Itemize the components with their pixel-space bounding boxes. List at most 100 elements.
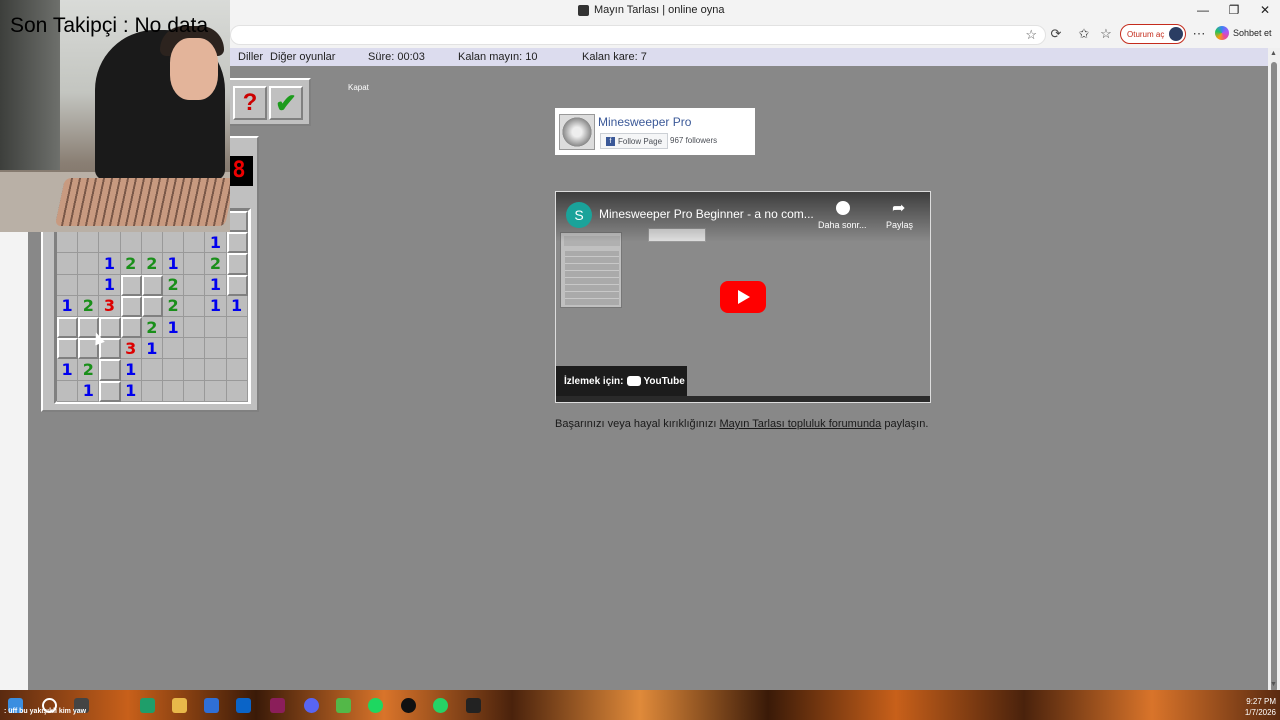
address-bar[interactable]: ☆: [230, 25, 1046, 45]
number-cell[interactable]: 2: [205, 253, 227, 275]
spotify-icon[interactable]: [368, 698, 383, 713]
hidden-cell[interactable]: [120, 274, 142, 296]
video-title[interactable]: Minesweeper Pro Beginner - a no com...: [599, 207, 814, 221]
hidden-cell[interactable]: [99, 380, 121, 402]
empty-cell[interactable]: [78, 232, 100, 254]
watch-on-youtube-button[interactable]: İzlemek için: YouTube: [556, 366, 687, 396]
empty-cell[interactable]: [57, 253, 79, 275]
app-dark-icon[interactable]: [466, 698, 481, 713]
hidden-cell[interactable]: [141, 295, 163, 317]
number-cell[interactable]: 1: [205, 274, 227, 296]
store-icon[interactable]: [204, 698, 219, 713]
follow-page-button[interactable]: f Follow Page: [600, 133, 669, 149]
empty-cell[interactable]: [141, 380, 163, 402]
channel-avatar[interactable]: S: [566, 202, 592, 228]
empty-cell[interactable]: [162, 380, 185, 402]
menu-languages[interactable]: Diller: [238, 51, 263, 63]
hidden-cell[interactable]: [120, 295, 142, 317]
number-cell[interactable]: 2: [120, 253, 142, 275]
number-cell[interactable]: 1: [226, 295, 248, 317]
clock-icon[interactable]: [836, 201, 850, 215]
copilot-button[interactable]: Sohbet et: [1215, 26, 1272, 40]
empty-cell[interactable]: [162, 232, 185, 254]
empty-cell[interactable]: [205, 380, 227, 402]
empty-cell[interactable]: [205, 316, 227, 339]
favorites-icon[interactable]: ✩: [1076, 26, 1092, 42]
watch-later-label[interactable]: Daha sonr...: [818, 220, 867, 230]
empty-cell[interactable]: [226, 359, 248, 381]
number-cell[interactable]: 1: [99, 274, 121, 296]
empty-cell[interactable]: [162, 359, 185, 381]
share-label[interactable]: Paylaş: [886, 220, 913, 230]
discord-icon[interactable]: [304, 698, 319, 713]
empty-cell[interactable]: [120, 232, 142, 254]
number-cell[interactable]: 2: [162, 295, 185, 317]
forum-link[interactable]: Mayın Tarlası topluluk forumunda: [719, 418, 881, 430]
number-cell[interactable]: 3: [120, 338, 142, 360]
number-cell[interactable]: 2: [162, 274, 185, 296]
empty-cell[interactable]: [57, 274, 79, 296]
signin-button[interactable]: Oturum aç: [1120, 24, 1186, 44]
scroll-down-icon[interactable]: ▼: [1270, 681, 1277, 688]
empty-cell[interactable]: [205, 359, 227, 381]
empty-cell[interactable]: [78, 274, 100, 296]
app-icon[interactable]: [336, 698, 351, 713]
hidden-cell[interactable]: [226, 253, 248, 275]
empty-cell[interactable]: [205, 338, 227, 360]
winrar-icon[interactable]: [270, 698, 285, 713]
empty-cell[interactable]: [184, 253, 206, 275]
number-cell[interactable]: 1: [205, 232, 227, 254]
empty-cell[interactable]: [184, 338, 206, 360]
empty-cell[interactable]: [141, 232, 163, 254]
outlook-icon[interactable]: [236, 698, 251, 713]
empty-cell[interactable]: [184, 274, 206, 296]
number-cell[interactable]: 1: [57, 295, 79, 317]
number-cell[interactable]: 1: [141, 338, 163, 360]
number-cell[interactable]: 1: [162, 316, 185, 339]
empty-cell[interactable]: [226, 338, 248, 360]
number-cell[interactable]: 3: [99, 295, 121, 317]
hidden-cell[interactable]: [226, 274, 248, 296]
maximize-button[interactable]: ❐: [1219, 3, 1249, 17]
close-link[interactable]: Kapat: [348, 83, 369, 92]
extensions-icon[interactable]: ⟳: [1048, 26, 1064, 42]
minimize-button[interactable]: —: [1188, 3, 1218, 17]
empty-cell[interactable]: [78, 253, 100, 275]
empty-cell[interactable]: [184, 316, 206, 339]
play-button[interactable]: [720, 281, 766, 313]
hidden-cell[interactable]: [57, 338, 79, 360]
number-cell[interactable]: 2: [78, 359, 100, 381]
empty-cell[interactable]: [226, 316, 248, 339]
number-cell[interactable]: 1: [205, 295, 227, 317]
number-cell[interactable]: 1: [162, 253, 185, 275]
empty-cell[interactable]: [141, 359, 163, 381]
close-window-button[interactable]: ✕: [1250, 3, 1280, 17]
empty-cell[interactable]: [57, 232, 79, 254]
collections-icon[interactable]: ☆: [1098, 26, 1114, 42]
number-cell[interactable]: 2: [78, 295, 100, 317]
menu-other-games[interactable]: Diğer oyunlar: [270, 51, 335, 63]
hidden-cell[interactable]: [120, 316, 142, 339]
star-icon[interactable]: ☆: [1025, 27, 1037, 43]
fb-page-name[interactable]: Minesweeper Pro: [598, 115, 691, 129]
hidden-cell[interactable]: [57, 316, 79, 339]
empty-cell[interactable]: [184, 359, 206, 381]
empty-cell[interactable]: [184, 232, 206, 254]
page-scrollbar[interactable]: ▲ ▼: [1268, 48, 1280, 692]
file-explorer-icon[interactable]: [172, 698, 187, 713]
obs-icon[interactable]: [401, 698, 416, 713]
help-button[interactable]: ?: [233, 86, 267, 120]
empty-cell[interactable]: [57, 380, 79, 402]
number-cell[interactable]: 2: [141, 253, 163, 275]
more-icon[interactable]: ⋯: [1191, 26, 1207, 42]
hidden-cell[interactable]: [141, 274, 163, 296]
edge-icon[interactable]: [140, 698, 155, 713]
empty-cell[interactable]: [184, 295, 206, 317]
hidden-cell[interactable]: [99, 359, 121, 381]
taskbar-clock[interactable]: 9:27 PM 1/7/2026: [1240, 696, 1276, 718]
number-cell[interactable]: 1: [120, 380, 142, 402]
youtube-embed[interactable]: S Minesweeper Pro Beginner - a no com...…: [555, 191, 931, 403]
empty-cell[interactable]: [184, 380, 206, 402]
number-cell[interactable]: 2: [141, 316, 163, 339]
whatsapp-icon[interactable]: [433, 698, 448, 713]
